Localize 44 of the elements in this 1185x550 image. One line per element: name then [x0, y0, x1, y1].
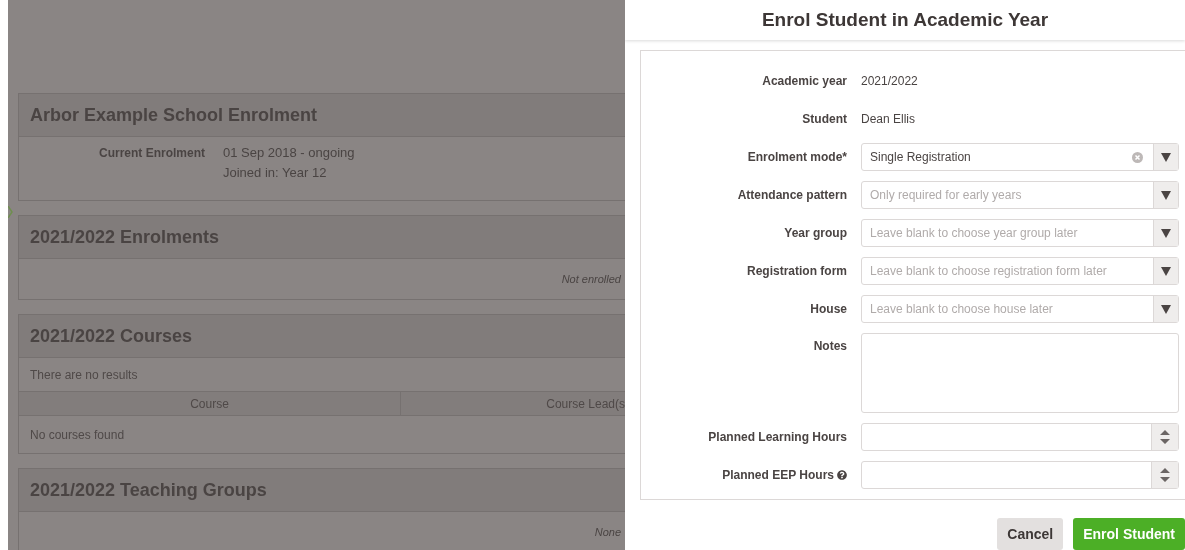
- field-label: Notes: [813, 338, 847, 355]
- stepper-icon[interactable]: [1160, 467, 1170, 483]
- field-label: Current Enrolment: [98, 145, 205, 162]
- caret-icon: [1161, 152, 1171, 162]
- empty-note: None: [594, 524, 621, 540]
- field-label: Enrolment mode*: [747, 149, 847, 166]
- field-label: Student: [802, 111, 847, 128]
- select-field[interactable]: Only required for early years: [861, 181, 1179, 209]
- field-label: Planned EEP Hours: [722, 466, 847, 484]
- table-cell-text: No courses found: [30, 426, 125, 444]
- caret-icon: [1161, 266, 1171, 276]
- section-title: 2021/2022 Enrolments: [30, 225, 220, 249]
- select-field[interactable]: Leave blank to choose house later: [861, 295, 1179, 323]
- field-value: Joined in: Year 12: [223, 163, 328, 182]
- chevron-icon: [8, 206, 13, 218]
- field-value: Dean Ellis: [861, 111, 916, 128]
- field-label: Attendance pattern: [737, 187, 847, 204]
- number-field[interactable]: [861, 423, 1179, 451]
- caret-icon: [1161, 190, 1171, 200]
- notes-field[interactable]: [861, 333, 1179, 413]
- caret-icon: [1161, 228, 1171, 238]
- number-field[interactable]: [861, 461, 1179, 489]
- cancel-button[interactable]: Cancel: [997, 518, 1064, 550]
- stepper-icon[interactable]: [1160, 429, 1170, 445]
- field-label: Academic year: [762, 73, 847, 90]
- results-message: There are no results: [30, 366, 138, 384]
- field-label: Year group: [784, 225, 847, 242]
- field-label: Registration form: [747, 263, 847, 280]
- section-title: 2021/2022 Teaching Groups: [30, 478, 267, 502]
- field-label: Planned Learning Hours: [708, 429, 847, 446]
- dialog-title: Enrol Student in Academic Year: [761, 7, 1049, 32]
- section-title: 2021/2022 Courses: [30, 324, 193, 348]
- clear-icon[interactable]: [1132, 151, 1143, 163]
- select-field[interactable]: Leave blank to choose registration form later: [861, 257, 1179, 285]
- field-label: House: [810, 301, 847, 318]
- enrol-button[interactable]: Enrol Student: [1073, 518, 1185, 550]
- caret-icon: [1161, 304, 1171, 314]
- section-title: Arbor Example School Enrolment: [30, 103, 318, 127]
- field-value: 2021/2022: [861, 73, 918, 90]
- select-field[interactable]: Leave blank to choose year group later: [861, 219, 1179, 247]
- help-icon: [837, 470, 847, 480]
- field-value: 01 Sep 2018 - ongoing: [223, 144, 355, 162]
- empty-note: Not enrolled: [561, 271, 621, 287]
- select-field[interactable]: Single Registration: [861, 143, 1179, 171]
